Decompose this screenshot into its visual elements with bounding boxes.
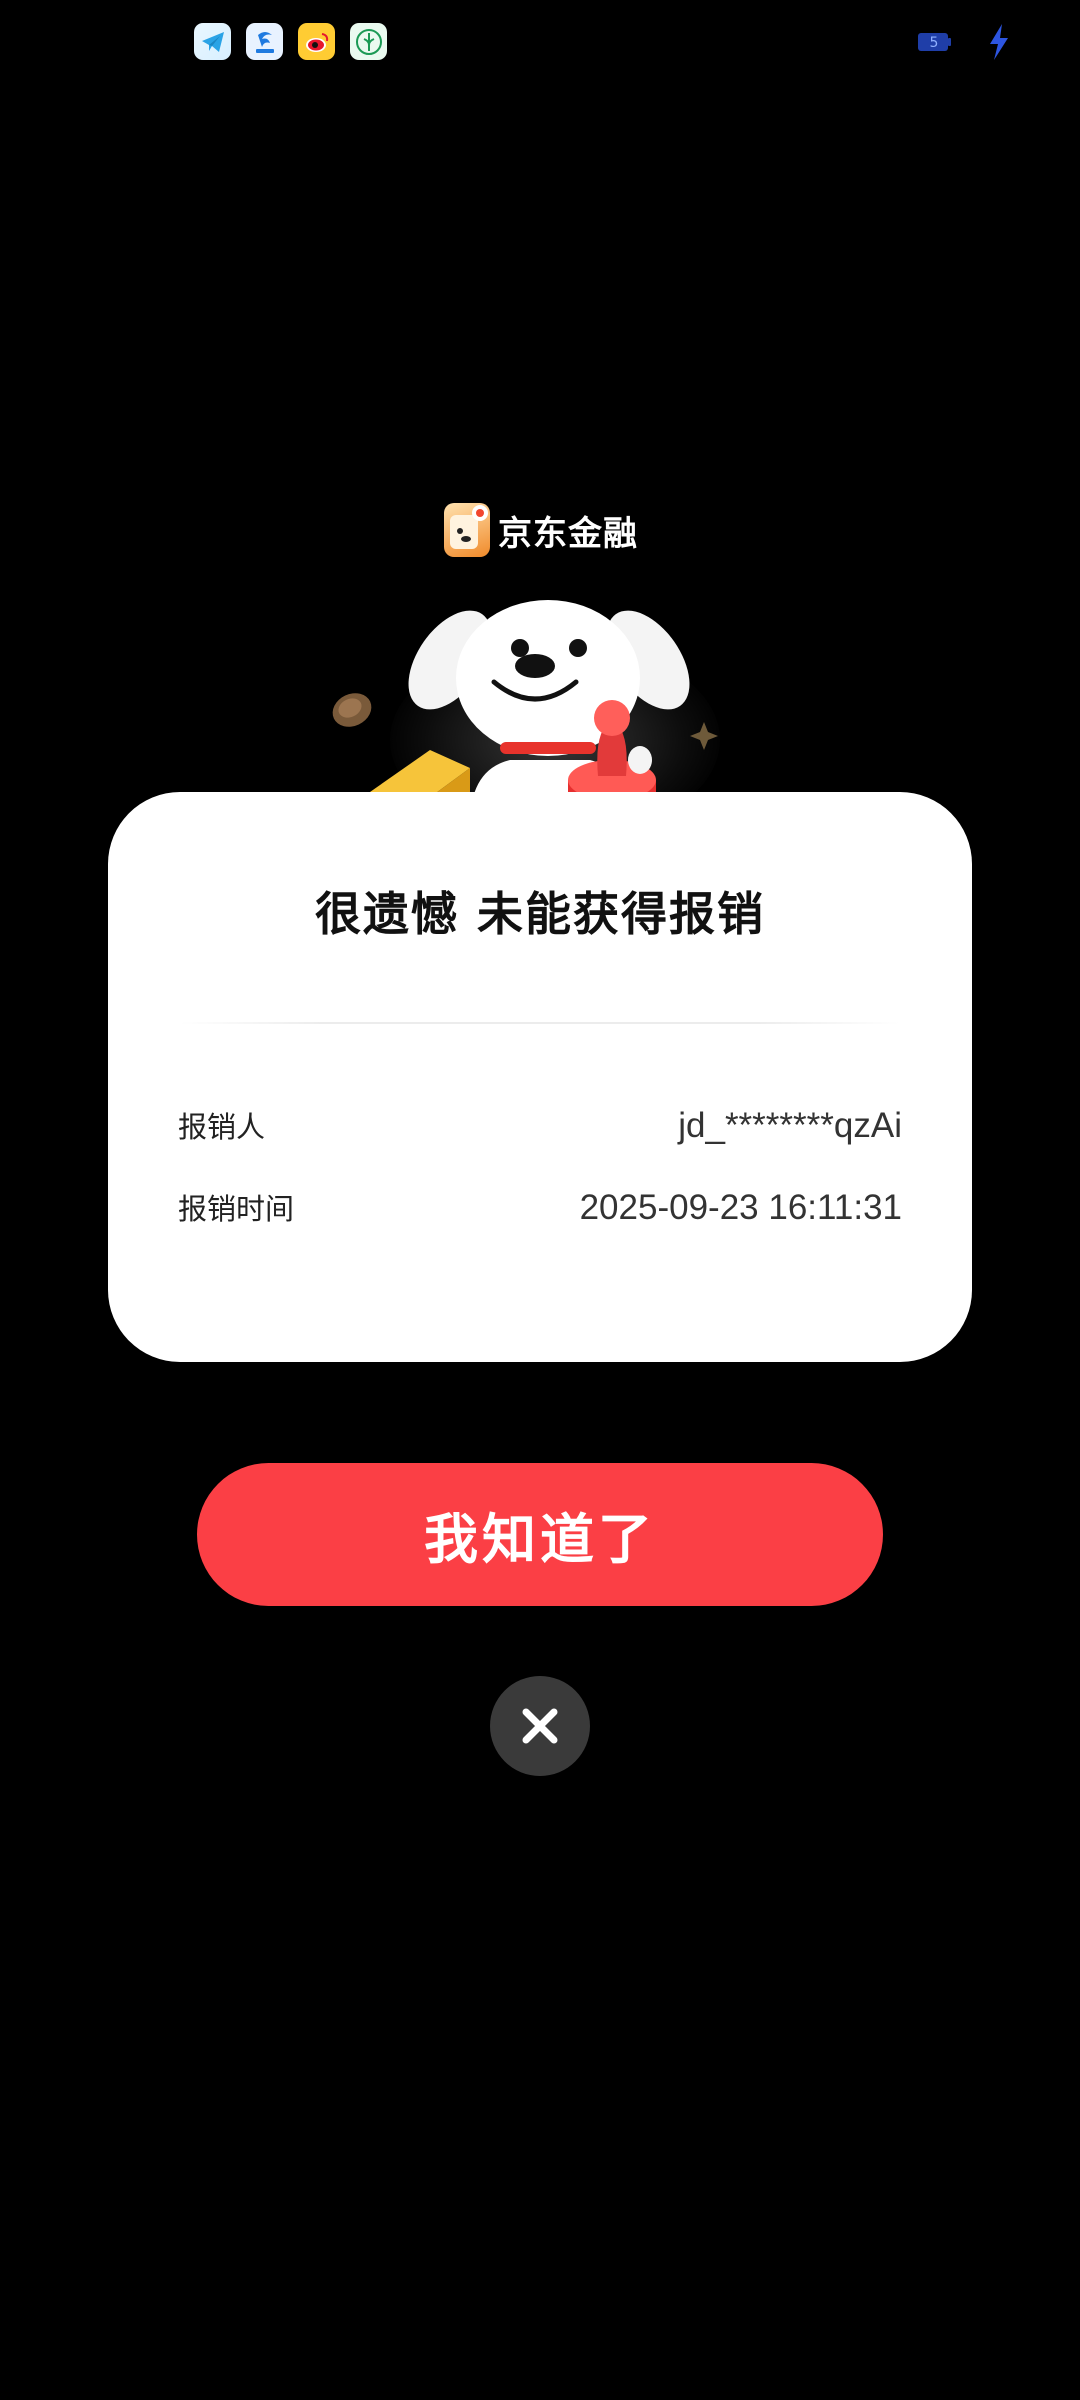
battery-level-text: 5 (930, 35, 939, 51)
charging-bolt-icon (988, 24, 1010, 60)
claim-time-row: 报销时间 2025-09-23 16:11:31 (178, 1186, 902, 1228)
china-telecom-icon (246, 23, 283, 60)
confirm-button[interactable]: 我知道了 (197, 1463, 883, 1606)
close-button[interactable] (490, 1676, 590, 1776)
claim-time-label: 报销时间 (178, 1192, 295, 1226)
brand: 京东金融 (444, 503, 638, 557)
result-title: 很遗憾 未能获得报销 (314, 887, 765, 941)
notification-icons (194, 23, 387, 60)
farm-app-icon (350, 23, 387, 60)
claimant-value: jd_********qzAi (678, 1106, 902, 1145)
claimant-row: 报销人 jd_********qzAi (178, 1104, 902, 1146)
weibo-icon (298, 23, 335, 60)
divider (180, 1022, 900, 1024)
status-right: 5 (918, 24, 1010, 60)
jd-finance-logo-icon (444, 503, 490, 557)
result-card: 很遗憾 未能获得报销 报销人 jd_********qzAi 报销时间 2025… (108, 792, 972, 1362)
battery-icon: 5 (918, 31, 952, 53)
brand-name: 京东金融 (498, 513, 638, 554)
claimant-label: 报销人 (178, 1110, 266, 1144)
status-bar: 5 (0, 0, 1080, 84)
screen: 5 京东金融 很遗憾 未能获得报销 报销人 jd_********qzAi 报销… (0, 0, 1080, 2400)
telegram-icon (194, 23, 231, 60)
sparkle-icon (690, 722, 718, 750)
claim-time-value: 2025-09-23 16:11:31 (579, 1188, 902, 1227)
close-icon (522, 1708, 558, 1744)
